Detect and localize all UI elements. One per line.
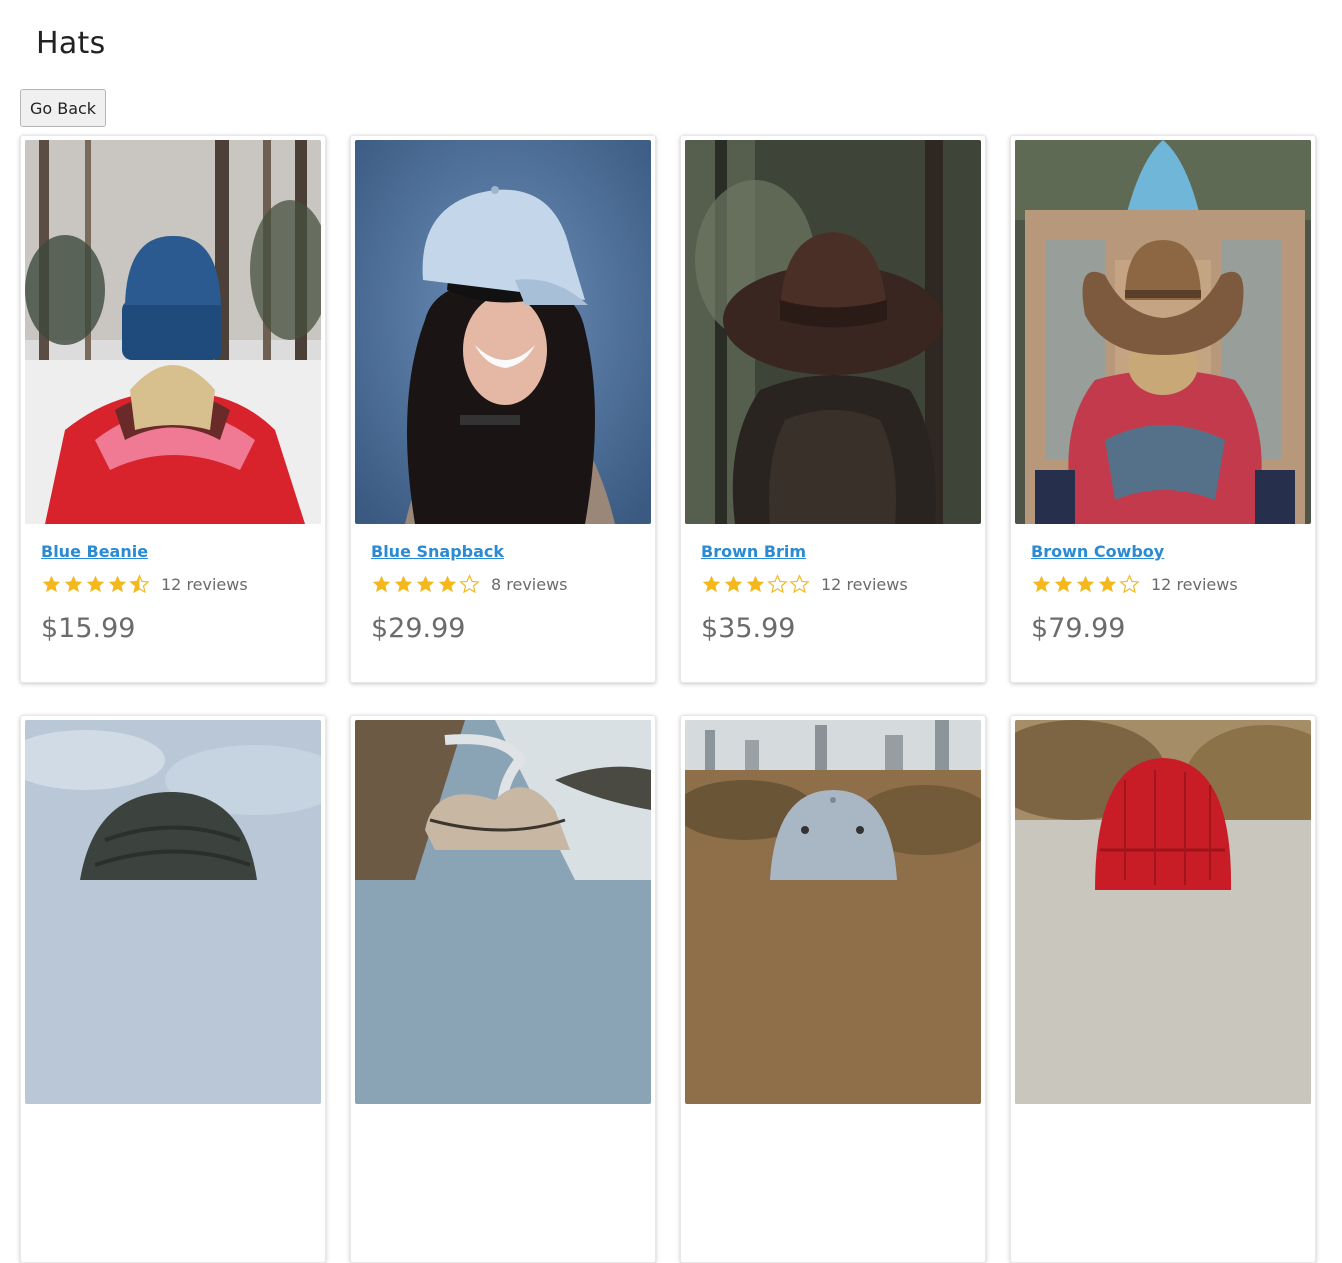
star-full-icon xyxy=(746,575,765,593)
product-card xyxy=(1010,715,1316,1263)
star-empty-icon xyxy=(459,574,480,594)
star-full-icon xyxy=(1098,575,1117,593)
page-title: Hats xyxy=(36,26,106,61)
review-count: 12 reviews xyxy=(1151,574,1238,594)
product-image[interactable] xyxy=(355,140,651,524)
product-title-link[interactable]: Brown Cowboy xyxy=(1031,542,1164,561)
review-count: 12 reviews xyxy=(161,574,248,594)
product-card: Brown Cowboy 12 reviews $79.99 xyxy=(1010,135,1316,683)
star-full-icon xyxy=(372,575,391,593)
product-image[interactable] xyxy=(25,720,321,1104)
product-card xyxy=(20,715,326,1263)
star-full-icon xyxy=(394,575,413,593)
star-full-icon xyxy=(1054,575,1073,593)
product-price: $79.99 xyxy=(1031,613,1126,644)
star-empty-icon xyxy=(767,574,788,594)
review-count: 12 reviews xyxy=(821,574,908,594)
star-full-icon xyxy=(724,575,743,593)
star-full-icon xyxy=(42,575,61,593)
product-title-link[interactable]: Blue Beanie xyxy=(41,542,148,561)
star-full-icon xyxy=(108,575,127,593)
rating: 12 reviews xyxy=(701,573,908,595)
product-price: $35.99 xyxy=(701,613,796,644)
star-full-icon xyxy=(1032,575,1051,593)
product-card: Brown Brim 12 reviews $35.99 xyxy=(680,135,986,683)
star-empty-icon xyxy=(1119,574,1140,594)
rating: 8 reviews xyxy=(371,573,568,595)
product-card: Blue Snapback 8 reviews $29.99 xyxy=(350,135,656,683)
product-title-link[interactable]: Blue Snapback xyxy=(371,542,504,561)
star-half-icon xyxy=(129,574,150,594)
star-full-icon xyxy=(1076,575,1095,593)
product-card xyxy=(350,715,656,1263)
product-image[interactable] xyxy=(685,720,981,1104)
review-count: 8 reviews xyxy=(491,574,568,594)
product-image[interactable] xyxy=(1015,140,1311,524)
star-full-icon xyxy=(86,575,105,593)
product-image[interactable] xyxy=(25,140,321,524)
star-empty-icon xyxy=(789,574,810,594)
star-full-icon xyxy=(438,575,457,593)
product-image[interactable] xyxy=(1015,720,1311,1104)
product-image[interactable] xyxy=(685,140,981,524)
product-price: $15.99 xyxy=(41,613,136,644)
product-title-link[interactable]: Brown Brim xyxy=(701,542,806,561)
product-image[interactable] xyxy=(355,720,651,1104)
product-card: Blue Beanie 12 reviews $15.99 xyxy=(20,135,326,683)
star-full-icon xyxy=(416,575,435,593)
rating: 12 reviews xyxy=(1031,573,1238,595)
rating: 12 reviews xyxy=(41,573,248,595)
product-card xyxy=(680,715,986,1263)
star-full-icon xyxy=(64,575,83,593)
go-back-button[interactable]: Go Back xyxy=(20,89,106,127)
star-full-icon xyxy=(702,575,721,593)
product-price: $29.99 xyxy=(371,613,466,644)
